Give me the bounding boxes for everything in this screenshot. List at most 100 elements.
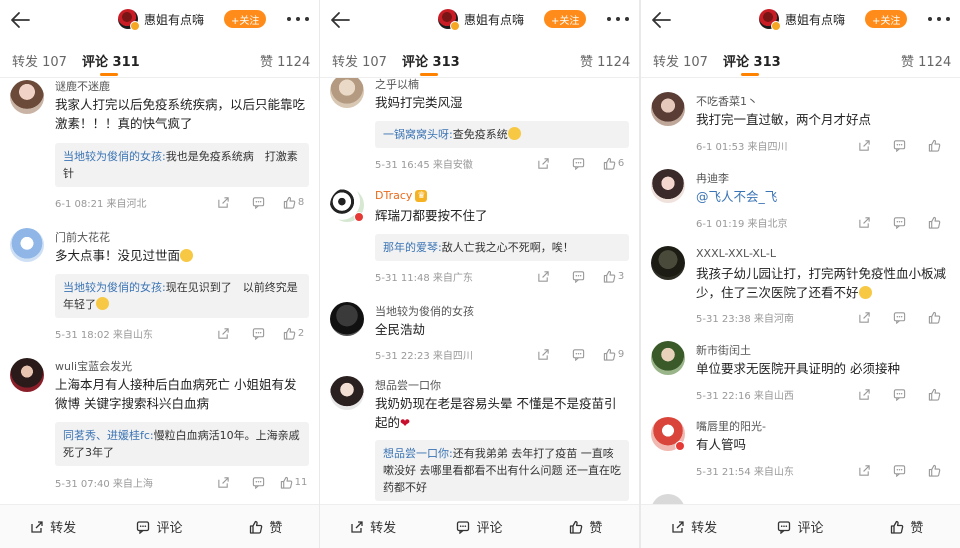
avatar[interactable] bbox=[330, 78, 364, 108]
tab-like[interactable]: 赞 1124 bbox=[901, 51, 951, 70]
comment-icon[interactable] bbox=[882, 215, 917, 229]
like-button[interactable]: 赞 bbox=[213, 505, 319, 548]
comment-username[interactable]: XXXL-XXL-XL-L bbox=[696, 247, 776, 260]
author-avatar[interactable] bbox=[438, 9, 460, 31]
follow-button[interactable]: +关注 bbox=[224, 10, 267, 28]
avatar[interactable] bbox=[651, 92, 685, 126]
share-icon[interactable] bbox=[847, 215, 882, 229]
avatar[interactable] bbox=[10, 228, 44, 262]
avatar[interactable] bbox=[330, 376, 364, 410]
tab-comment[interactable]: 评论 313 bbox=[402, 51, 460, 70]
share-icon[interactable] bbox=[847, 138, 882, 152]
comment-username[interactable]: 嘴唇里的阳光- bbox=[696, 418, 766, 434]
avatar[interactable] bbox=[651, 494, 685, 504]
comment-username[interactable]: 不吃香菜1丶 bbox=[696, 93, 758, 109]
author-name[interactable]: 惠姐有点嗨 bbox=[785, 11, 845, 28]
share-icon[interactable] bbox=[206, 195, 241, 209]
share-icon[interactable] bbox=[526, 269, 561, 283]
tab-repost[interactable]: 转发 107 bbox=[12, 51, 67, 70]
like-button[interactable]: 2 bbox=[276, 326, 311, 340]
reply-box[interactable]: 一锅窝窝头呀:查免疫系统 bbox=[375, 121, 629, 148]
more-icon[interactable] bbox=[287, 17, 309, 21]
like-button[interactable]: 赞 bbox=[854, 505, 960, 548]
follow-button[interactable]: +关注 bbox=[544, 10, 587, 28]
avatar[interactable] bbox=[651, 169, 685, 203]
more-icon[interactable] bbox=[607, 17, 629, 21]
author-header[interactable]: 惠姐有点嗨 +关注 bbox=[759, 8, 908, 31]
repost-button[interactable]: 转发 bbox=[0, 505, 106, 548]
reply-username[interactable]: 一锅窝窝头呀: bbox=[383, 128, 453, 141]
author-name[interactable]: 惠姐有点嗨 bbox=[144, 11, 204, 28]
author-header[interactable]: 惠姐有点嗨 +关注 bbox=[118, 8, 267, 31]
share-icon[interactable] bbox=[847, 463, 882, 477]
comment-username[interactable]: 之乎以楠 bbox=[375, 78, 419, 92]
comment-icon[interactable] bbox=[561, 347, 596, 361]
reply-username[interactable]: 当地较为俊俏的女孩: bbox=[63, 150, 166, 163]
comment-username[interactable]: 当地较为俊俏的女孩 bbox=[375, 303, 474, 319]
like-button[interactable] bbox=[917, 310, 952, 324]
repost-button[interactable]: 转发 bbox=[320, 505, 426, 548]
tab-repost[interactable]: 转发 107 bbox=[332, 51, 387, 70]
author-avatar[interactable] bbox=[118, 9, 140, 31]
comment-icon[interactable] bbox=[882, 310, 917, 324]
back-arrow-icon[interactable] bbox=[328, 8, 352, 32]
author-name[interactable]: 惠姐有点嗨 bbox=[464, 11, 524, 28]
avatar[interactable] bbox=[330, 302, 364, 336]
comment-icon[interactable] bbox=[241, 326, 276, 340]
share-icon[interactable] bbox=[526, 347, 561, 361]
reply-box[interactable]: 当地较为俊俏的女孩:现在见识到了 以前终究是年轻了 bbox=[55, 274, 309, 318]
comment-icon[interactable] bbox=[241, 475, 276, 489]
reply-username[interactable]: 当地较为俊俏的女孩: bbox=[63, 281, 166, 294]
comment-icon[interactable] bbox=[882, 138, 917, 152]
reply-box[interactable]: 同茗秀、进媛桂fc:慢粒白血病活10年。上海亲戚死了3年了 bbox=[55, 422, 309, 466]
comment-icon[interactable] bbox=[561, 156, 596, 170]
comment-username[interactable]: 门前大花花 bbox=[55, 229, 110, 245]
reply-username[interactable]: 那年的爱琴: bbox=[383, 241, 442, 254]
comment-username[interactable]: 想品尝一口你 bbox=[375, 377, 441, 393]
like-button[interactable] bbox=[917, 215, 952, 229]
comment-button[interactable]: 评论 bbox=[747, 505, 853, 548]
repost-button[interactable]: 转发 bbox=[641, 505, 747, 548]
like-button[interactable]: 8 bbox=[276, 195, 311, 209]
tab-like[interactable]: 赞 1124 bbox=[580, 51, 630, 70]
like-button[interactable]: 9 bbox=[596, 347, 631, 361]
comment-username[interactable]: 谜鹿不迷鹿 bbox=[55, 78, 110, 94]
more-icon[interactable] bbox=[928, 17, 950, 21]
like-button[interactable] bbox=[917, 463, 952, 477]
author-header[interactable]: 惠姐有点嗨 +关注 bbox=[438, 8, 587, 31]
tab-like[interactable]: 赞 1124 bbox=[260, 51, 310, 70]
comment-username[interactable]: DTracy ♛ bbox=[375, 189, 428, 202]
share-icon[interactable] bbox=[847, 310, 882, 324]
back-arrow-icon[interactable] bbox=[8, 8, 32, 32]
comment-icon[interactable] bbox=[882, 463, 917, 477]
reply-box[interactable]: 想品尝一口你:还有我弟弟 去年打了疫苗 一直咳嗽没好 去哪里看都看不出有什么问题… bbox=[375, 440, 629, 501]
reply-box[interactable]: 那年的爱琴:敌人亡我之心不死啊，唉！ bbox=[375, 234, 629, 261]
comment-icon[interactable] bbox=[241, 195, 276, 209]
reply-username[interactable]: 想品尝一口你: bbox=[383, 447, 453, 460]
tab-comment[interactable]: 评论 311 bbox=[82, 51, 140, 70]
comment-username[interactable]: wuli宝蓝会发光 bbox=[55, 358, 132, 374]
comment-icon[interactable] bbox=[561, 269, 596, 283]
like-button[interactable]: 6 bbox=[596, 156, 631, 170]
author-avatar[interactable] bbox=[759, 9, 781, 31]
like-button[interactable] bbox=[917, 387, 952, 401]
avatar[interactable] bbox=[10, 80, 44, 114]
tab-comment[interactable]: 评论 313 bbox=[723, 51, 781, 70]
comment-button[interactable]: 评论 bbox=[106, 505, 212, 548]
comment-icon[interactable] bbox=[882, 387, 917, 401]
reply-username[interactable]: 同茗秀、进媛桂fc: bbox=[63, 429, 154, 442]
back-arrow-icon[interactable] bbox=[649, 8, 673, 32]
like-button[interactable]: 赞 bbox=[533, 505, 639, 548]
comment-button[interactable]: 评论 bbox=[426, 505, 532, 548]
tab-repost[interactable]: 转发 107 bbox=[653, 51, 708, 70]
share-icon[interactable] bbox=[847, 387, 882, 401]
share-icon[interactable] bbox=[206, 326, 241, 340]
like-button[interactable]: 11 bbox=[276, 475, 311, 489]
avatar[interactable] bbox=[651, 246, 685, 280]
like-button[interactable] bbox=[917, 138, 952, 152]
avatar[interactable] bbox=[651, 341, 685, 375]
reply-box[interactable]: 当地较为俊俏的女孩:我也是免疫系统病 打激素针 bbox=[55, 143, 309, 187]
comment-username[interactable]: 新市街闰土 bbox=[696, 342, 751, 358]
avatar[interactable] bbox=[10, 358, 44, 392]
share-icon[interactable] bbox=[526, 156, 561, 170]
